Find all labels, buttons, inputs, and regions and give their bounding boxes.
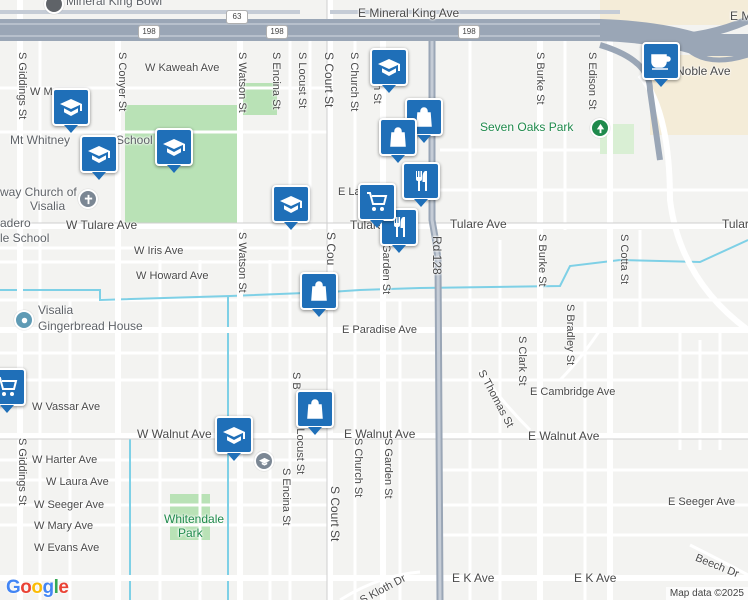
street-label: S Burke St <box>534 52 546 105</box>
street-label: W Kaweah Ave <box>145 62 220 74</box>
street-label: S Giddings St <box>16 438 28 506</box>
street-label: S Encina St <box>280 468 292 526</box>
school-icon <box>280 196 302 213</box>
street-label: E Cambridge Ave <box>530 386 616 398</box>
cafe-marker[interactable] <box>642 42 680 87</box>
street-label: W Iris Ave <box>134 245 184 257</box>
shopping-cart-icon <box>0 377 18 396</box>
street-label: S Church St <box>352 438 364 498</box>
street-label: Rd 128 <box>430 236 444 275</box>
shopping-marker[interactable] <box>296 390 334 435</box>
street-label: S B <box>290 372 302 390</box>
street-label: S Locust St <box>296 52 308 109</box>
poi-label-mineral-king-bowl[interactable]: Mineral King Bowl <box>66 0 162 8</box>
street-label: W Howard Ave <box>136 270 209 282</box>
poi-label-whitendale-park[interactable]: Park <box>178 527 203 540</box>
street-label: E Seeger Ave <box>668 496 736 508</box>
street-label: E Mineral King Ave <box>358 6 460 20</box>
poi-label-visalia[interactable]: Visalia <box>38 304 73 317</box>
street-label: W M <box>30 86 53 98</box>
school-icon <box>163 139 185 156</box>
restaurant-icon <box>416 171 427 191</box>
street-label: W Seeger Ave <box>34 499 105 511</box>
street-label: W Walnut Ave <box>137 427 212 441</box>
street-label: S Encina St <box>270 52 282 110</box>
shopping-marker[interactable] <box>379 118 417 163</box>
street-label: Garden St <box>380 244 392 295</box>
church-icon[interactable] <box>78 189 98 209</box>
school-marker[interactable] <box>272 185 310 230</box>
street-label: W Laura Ave <box>46 476 109 488</box>
park-tree-icon[interactable] <box>590 118 610 138</box>
street-label: E M <box>730 9 748 23</box>
street-label: S Garden St <box>382 438 394 499</box>
street-label: Noble Ave <box>676 64 731 78</box>
map-attribution[interactable]: Map data ©2025 <box>665 587 748 600</box>
street-label: S Church St <box>348 52 360 112</box>
school-icon <box>60 99 82 116</box>
shopping-bag-icon <box>390 127 406 147</box>
shopping-cart-icon <box>367 192 388 211</box>
highway-shield-198: 198 <box>266 25 288 39</box>
street-label: Tulare Ave <box>450 217 507 231</box>
street-label: S Bradley St <box>564 304 576 366</box>
street-label: S Giddings St <box>16 52 28 120</box>
highway-shield-198: 198 <box>138 25 160 39</box>
poi-label-seven-oaks-park[interactable]: Seven Oaks Park <box>480 121 573 134</box>
attraction-icon[interactable] <box>14 310 34 330</box>
cafe-icon <box>651 54 671 70</box>
grocery-marker[interactable] <box>0 368 26 413</box>
poi-label-church[interactable]: way Church of <box>0 186 77 199</box>
grocery-marker[interactable] <box>358 183 396 228</box>
street-label: S Court St <box>322 52 336 108</box>
poi-label-cadero[interactable]: adero <box>0 217 31 230</box>
school-icon <box>223 427 245 444</box>
street-label: W Tulare Ave <box>66 218 138 232</box>
highway-shield-198: 198 <box>458 25 480 39</box>
restaurant-marker[interactable] <box>402 162 440 207</box>
street-label: W Harter Ave <box>32 454 98 466</box>
street-label: S Watson St <box>236 52 248 113</box>
school-marker[interactable] <box>370 48 408 93</box>
poi-label-mt-whitney[interactable]: Mt Whitney <box>10 134 70 147</box>
street-label: E K Ave <box>574 571 617 585</box>
street-label: S Burke St <box>536 234 548 287</box>
street-label: S Cou <box>324 232 338 266</box>
street-label: S Watson St <box>236 232 248 293</box>
google-logo: Google <box>6 577 69 598</box>
street-label: S Cotta St <box>618 234 630 285</box>
shopping-bag-icon <box>307 399 323 419</box>
street-label: S Clark St <box>516 336 528 386</box>
map-canvas[interactable]: 63 198 198 198 E Mineral King Ave E M W … <box>0 0 748 600</box>
street-label: E Walnut Ave <box>528 429 600 443</box>
school-marker[interactable] <box>80 135 118 180</box>
street-label: S Court St <box>328 486 342 542</box>
poi-label-whitendale[interactable]: Whitendale <box>164 513 224 526</box>
shopping-bag-icon <box>311 281 327 301</box>
street-label: Tulare <box>722 217 748 231</box>
poi-label-gingerbread-house[interactable]: Gingerbread House <box>38 320 143 333</box>
street-label: W Evans Ave <box>34 542 100 554</box>
school-dot-icon[interactable] <box>254 451 274 471</box>
street-label: S Edison St <box>586 52 598 110</box>
street-label: E K Ave <box>452 571 495 585</box>
street-label: W Vassar Ave <box>32 401 101 413</box>
school-icon <box>88 146 110 163</box>
poi-label-church-2[interactable]: Visalia <box>30 200 65 213</box>
poi-label-school-suffix[interactable]: School <box>116 134 153 147</box>
school-marker[interactable] <box>215 416 253 461</box>
shopping-marker[interactable] <box>300 272 338 317</box>
poi-label-middle-school[interactable]: le School <box>0 232 49 245</box>
street-label: W Mary Ave <box>34 520 94 532</box>
school-marker[interactable] <box>155 128 193 173</box>
school-icon <box>378 59 400 76</box>
highway-shield-63: 63 <box>226 10 248 24</box>
street-label: S Conyer St <box>116 52 128 112</box>
street-label: E Paradise Ave <box>342 324 418 336</box>
school-marker[interactable] <box>52 88 90 133</box>
